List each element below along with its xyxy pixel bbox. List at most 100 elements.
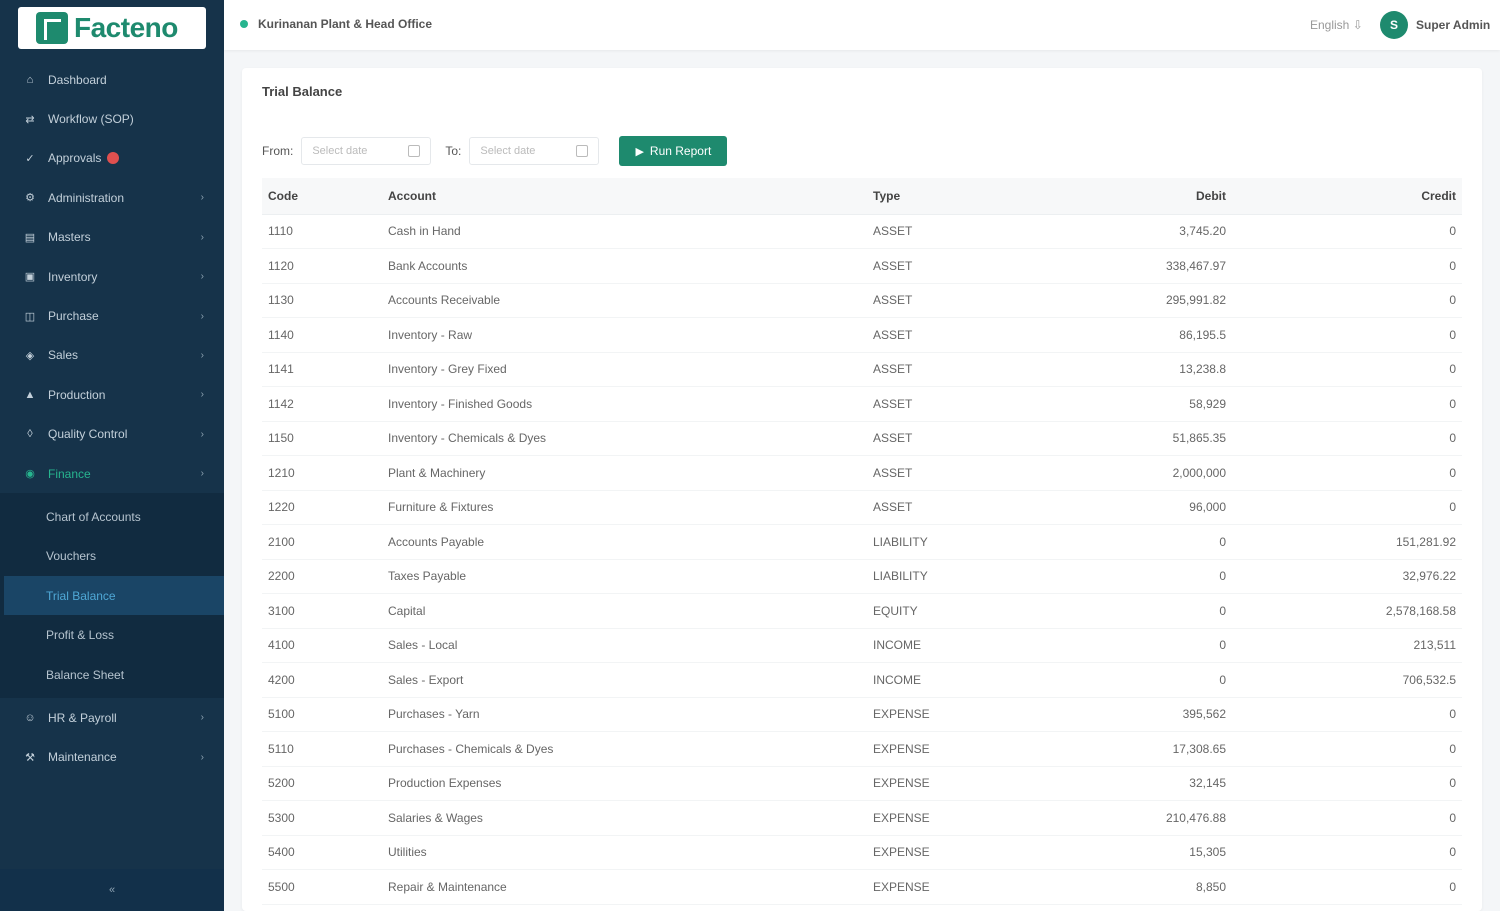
- app-logo[interactable]: Facteno: [18, 7, 206, 49]
- submenu-item-trial-balance[interactable]: Trial Balance: [4, 576, 224, 616]
- database-icon: ▤: [24, 231, 36, 244]
- run-report-button[interactable]: ▶ Run Report: [619, 136, 728, 166]
- table-row[interactable]: 1140 Inventory - Raw ASSET 86,195.5 0: [262, 317, 1462, 353]
- table-row[interactable]: 1130 Accounts Receivable ASSET 295,991.82 0: [262, 283, 1462, 318]
- cell-type: EXPENSE: [867, 766, 997, 801]
- table-row[interactable]: 1210 Plant & Machinery ASSET 2,000,000 0: [262, 455, 1462, 491]
- logo-mark-icon: [36, 12, 68, 44]
- cell-account: Salaries & Wages: [382, 800, 867, 836]
- sidebar-item-quality-control[interactable]: ◊ Quality Control ›: [0, 415, 224, 454]
- table-row[interactable]: 1141 Inventory - Grey Fixed ASSET 13,238.8 0: [262, 352, 1462, 387]
- submenu-item-balance-sheet[interactable]: Balance Sheet: [0, 655, 224, 694]
- language-selector[interactable]: English ⇩: [1310, 18, 1363, 32]
- cell-debit: 395,562: [997, 697, 1232, 732]
- column-header-credit[interactable]: Credit: [1232, 178, 1462, 215]
- cell-type: INCOME: [867, 662, 997, 698]
- submenu-item-vouchers[interactable]: Vouchers: [0, 537, 224, 576]
- table-row[interactable]: 1120 Bank Accounts ASSET 338,467.97 0: [262, 248, 1462, 284]
- table-row[interactable]: 1142 Inventory - Finished Goods ASSET 58,92…: [262, 386, 1462, 422]
- table-row[interactable]: 5110 Purchases - Chemicals & Dyes EXPENSE 1…: [262, 731, 1462, 767]
- from-date-input[interactable]: Select date: [301, 137, 432, 165]
- cell-credit: 706,532.5: [1232, 662, 1462, 698]
- report-filters: From: Select date To: Select date ▶ Run …: [262, 136, 728, 166]
- avatar[interactable]: S: [1380, 11, 1408, 39]
- table-row[interactable]: 1110 Cash in Hand ASSET 3,745.20 0: [262, 214, 1462, 249]
- cell-account: Capital: [382, 593, 867, 629]
- sidebar-item-approvals[interactable]: ✓ Approvals: [0, 139, 224, 178]
- sidebar-item-inventory[interactable]: ▣ Inventory ›: [0, 257, 224, 296]
- table-row[interactable]: 5500 Repair & Maintenance EXPENSE 8,850 0: [262, 869, 1462, 905]
- table-row[interactable]: 2200 Taxes Payable LIABILITY 0 32,976.22: [262, 559, 1462, 594]
- shield-icon: ◊: [27, 428, 33, 441]
- table-row[interactable]: 5300 Salaries & Wages EXPENSE 210,476.88 0: [262, 800, 1462, 836]
- column-header-debit[interactable]: Debit: [997, 178, 1232, 215]
- submenu-item-profit-loss[interactable]: Profit & Loss: [0, 615, 224, 654]
- sidebar-item-masters[interactable]: ▤ Masters ›: [0, 218, 224, 257]
- cell-code: 2100: [262, 524, 382, 560]
- logo-text: Facteno: [74, 12, 178, 43]
- cell-code: 2200: [262, 559, 382, 594]
- cell-credit: 0: [1232, 283, 1462, 318]
- users-icon: ☺: [24, 711, 36, 724]
- sidebar-item-purchase[interactable]: ◫ Purchase ›: [0, 296, 224, 335]
- user-name[interactable]: Super Admin: [1416, 18, 1490, 32]
- cell-account: Utilities: [382, 835, 867, 870]
- cell-debit: 17,308.65: [997, 731, 1232, 767]
- sidebar-item-hr-payroll[interactable]: ☺ HR & Payroll ›: [0, 698, 224, 737]
- cell-type: ASSET: [867, 248, 997, 284]
- table-row[interactable]: 1150 Inventory - Chemicals & Dyes ASSET 51,…: [262, 421, 1462, 456]
- sidebar-item-label: Finance: [48, 466, 91, 481]
- settings-icon: ⚙: [25, 192, 35, 205]
- sidebar-item-administration[interactable]: ⚙ Administration ›: [0, 178, 224, 217]
- sidebar-item-production[interactable]: ▲ Production ›: [0, 375, 224, 414]
- sidebar-item-dashboard[interactable]: ⌂ Dashboard: [0, 60, 224, 99]
- cell-credit: 0: [1232, 455, 1462, 491]
- chevron-right-icon: ›: [200, 712, 204, 724]
- cart-icon: ◫: [24, 310, 36, 323]
- column-header-type[interactable]: Type: [867, 178, 997, 215]
- table-row[interactable]: 5200 Production Expenses EXPENSE 32,145 0: [262, 766, 1462, 801]
- sidebar-item-label: Purchase: [48, 309, 99, 324]
- sidebar-collapse-button[interactable]: «: [0, 869, 224, 911]
- cell-code: 1210: [262, 455, 382, 491]
- table-row[interactable]: 4100 Sales - Local INCOME 0 213,511: [262, 628, 1462, 663]
- cell-code: 5200: [262, 766, 382, 801]
- cell-credit: 0: [1232, 421, 1462, 456]
- chevron-right-icon: ›: [200, 271, 204, 283]
- table-row[interactable]: 4200 Sales - Export INCOME 0 706,532.5: [262, 662, 1462, 698]
- sidebar-item-workflow-sop[interactable]: ⇄ Workflow (SOP): [0, 99, 224, 138]
- table-row[interactable]: 3100 Capital EQUITY 0 2,578,168.58: [262, 593, 1462, 629]
- cell-debit: 0: [997, 524, 1232, 560]
- cell-type: EXPENSE: [867, 731, 997, 767]
- cell-type: INCOME: [867, 628, 997, 663]
- cell-type: EXPENSE: [867, 835, 997, 870]
- column-header-code[interactable]: Code: [262, 178, 382, 215]
- sidebar-item-label: Approvals: [48, 151, 102, 166]
- table-row[interactable]: 1220 Furniture & Fixtures ASSET 96,000 0: [262, 490, 1462, 525]
- cell-code: 5110: [262, 731, 382, 767]
- cell-type: ASSET: [867, 352, 997, 387]
- table-row[interactable]: 2100 Accounts Payable LIABILITY 0 151,281.92: [262, 524, 1462, 560]
- column-header-account[interactable]: Account: [382, 178, 867, 215]
- notification-badge: [107, 152, 120, 165]
- cell-debit: 8,850: [997, 869, 1232, 905]
- sidebar-item-label: Inventory: [48, 269, 98, 284]
- sidebar-item-label: HR & Payroll: [48, 710, 117, 725]
- sidebar-item-finance[interactable]: ◉ Finance ›: [0, 454, 224, 493]
- company-selector[interactable]: Kurinanan Plant & Head Office: [240, 17, 432, 31]
- table-row[interactable]: 5400 Utilities EXPENSE 15,305 0: [262, 835, 1462, 870]
- cell-code: 1220: [262, 490, 382, 525]
- cell-code: 1130: [262, 283, 382, 318]
- cell-type: EXPENSE: [867, 869, 997, 905]
- cell-debit: 3,745.20: [997, 214, 1232, 249]
- check-icon: ✓: [25, 152, 35, 165]
- chevron-right-icon: ›: [200, 349, 204, 361]
- submenu-item-chart-of-accounts[interactable]: Chart of Accounts: [0, 497, 224, 536]
- table-header-row: Code Account Type Debit Credit: [262, 178, 1462, 215]
- sidebar-item-maintenance[interactable]: ⚒ Maintenance ›: [0, 738, 224, 777]
- table-row[interactable]: 5100 Purchases - Yarn EXPENSE 395,562 0: [262, 697, 1462, 732]
- sidebar-item-sales[interactable]: ◈ Sales ›: [0, 336, 224, 375]
- to-date-input[interactable]: Select date: [469, 137, 600, 165]
- cell-credit: 0: [1232, 731, 1462, 767]
- chevron-right-icon: ›: [200, 310, 204, 322]
